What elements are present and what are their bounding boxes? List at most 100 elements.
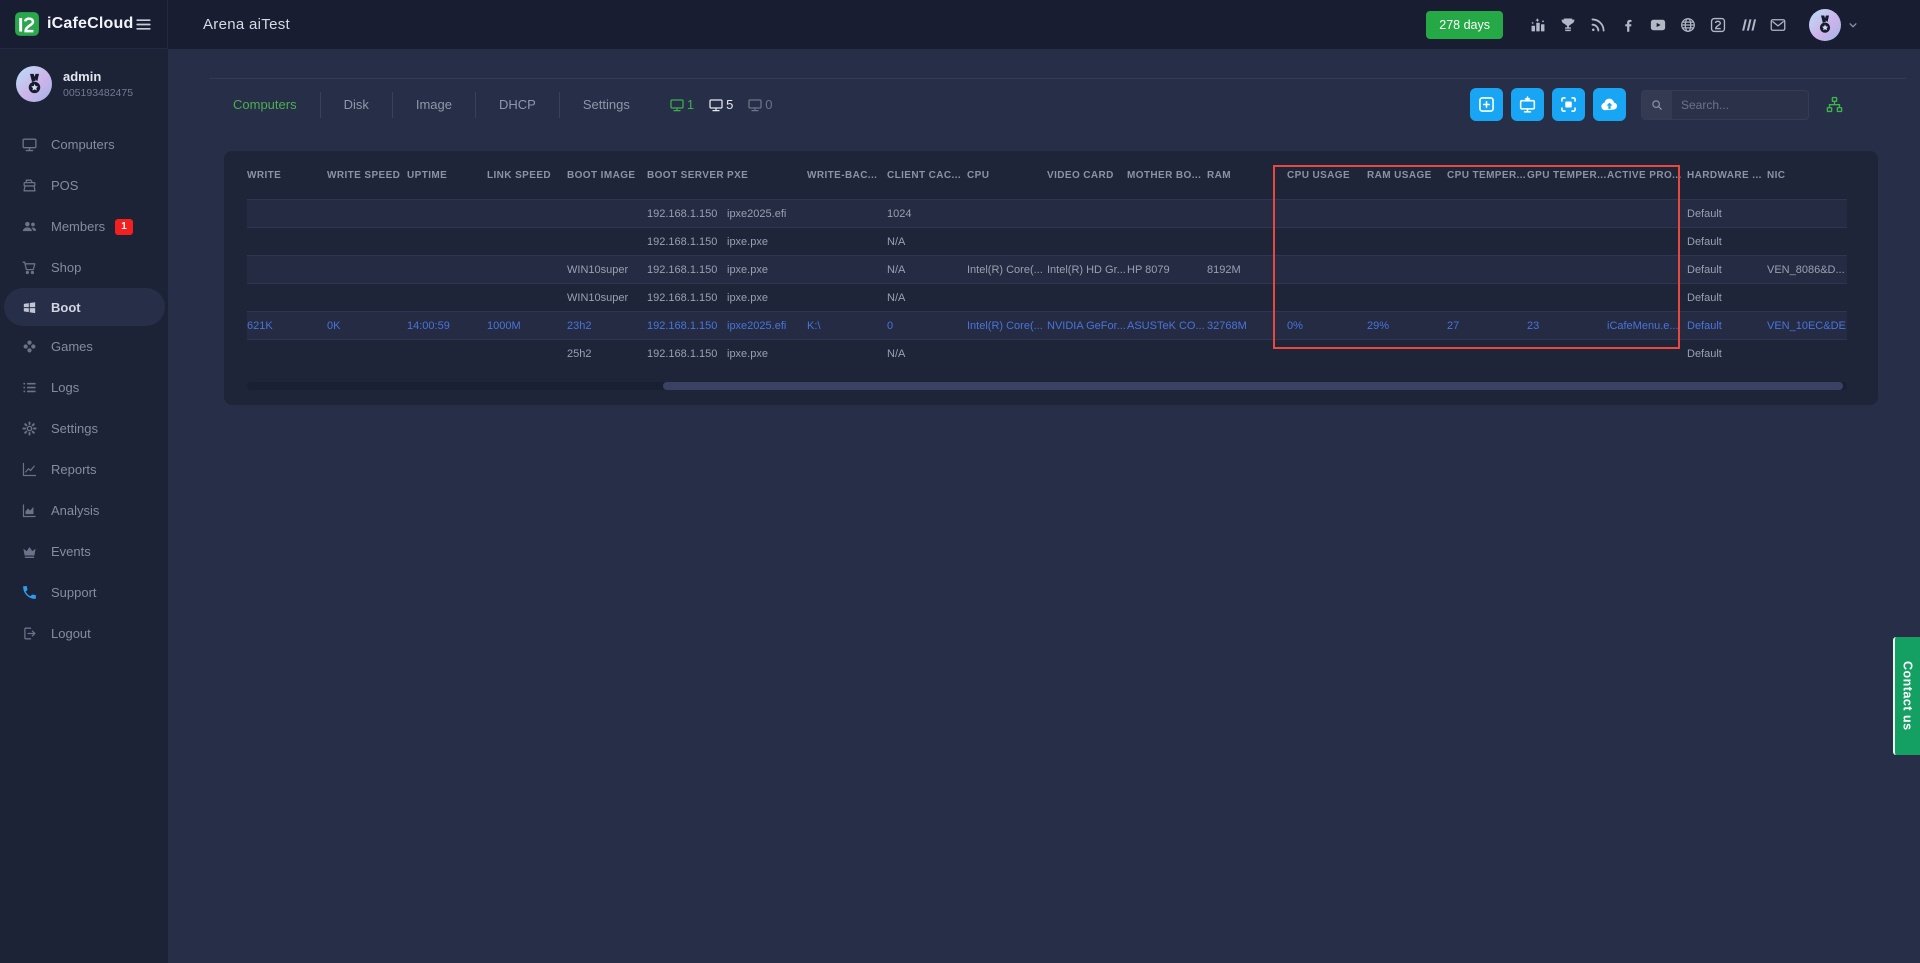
- column-header[interactable]: NIC: [1767, 170, 1847, 181]
- table-row[interactable]: 192.168.1.150ipxe.pxeN/ADefault: [247, 227, 1847, 255]
- sidebar-item-label: Settings: [51, 421, 98, 436]
- table-row[interactable]: 25h2192.168.1.150ipxe.pxeN/ADefault: [247, 339, 1847, 367]
- monitor-count-total[interactable]: 5: [708, 97, 733, 113]
- table-row[interactable]: 192.168.1.150ipxe2025.efi1024Default: [247, 199, 1847, 227]
- column-header[interactable]: RAM USAGE: [1367, 170, 1447, 181]
- table-cell: N/A: [887, 292, 967, 304]
- topbar-actions: 278 days: [1426, 9, 1920, 41]
- user-block[interactable]: admin 005193482475: [0, 49, 168, 112]
- logo-text: iCafeCloud: [47, 15, 133, 33]
- column-header[interactable]: WRITE: [247, 170, 327, 181]
- monitor-icon: [747, 97, 763, 113]
- sidebar-item-pos[interactable]: POS: [0, 165, 168, 206]
- sidebar-item-label: Logs: [51, 380, 79, 395]
- network-topology-icon[interactable]: [1825, 95, 1844, 114]
- column-header[interactable]: BOOT SERVER: [647, 170, 727, 181]
- column-header[interactable]: MOTHER BO...: [1127, 170, 1207, 181]
- column-header[interactable]: CLIENT CAC...: [887, 170, 967, 181]
- add-computer-icon: [1517, 94, 1538, 115]
- horizontal-scrollbar-thumb[interactable]: [663, 382, 1843, 390]
- sidebar-item-events[interactable]: Events: [0, 531, 168, 572]
- table-cell: 32768M: [1207, 320, 1287, 332]
- column-header[interactable]: ACTIVE PRO...: [1607, 170, 1687, 181]
- monitor-count-online[interactable]: 1: [669, 97, 694, 113]
- games-icon: [21, 338, 38, 355]
- trophy-icon[interactable]: [1559, 16, 1577, 34]
- tab-image[interactable]: Image: [393, 92, 476, 118]
- tab-dhcp[interactable]: DHCP: [476, 92, 560, 118]
- column-header[interactable]: LINK SPEED: [487, 170, 567, 181]
- tab-settings[interactable]: Settings: [560, 92, 653, 118]
- sidebar-item-analysis[interactable]: Analysis: [0, 490, 168, 531]
- gear-icon: [21, 420, 38, 437]
- table-cell: NVIDIA GeFor...: [1047, 320, 1127, 332]
- mail-icon[interactable]: [1769, 16, 1787, 34]
- sidebar-nav: Computers POS Members1Shop Boot Games Logs Set…: [0, 124, 168, 654]
- sidebar-item-logout[interactable]: Logout: [0, 613, 168, 654]
- capture-button[interactable]: [1552, 88, 1585, 121]
- chevron-down-icon[interactable]: [1846, 18, 1860, 32]
- tab-computers[interactable]: Computers: [210, 92, 321, 118]
- monitor-counts: 150: [669, 97, 773, 113]
- table-cell: Default: [1687, 208, 1767, 220]
- search-input[interactable]: [1672, 98, 1809, 112]
- column-header[interactable]: RAM: [1207, 170, 1287, 181]
- add-button[interactable]: [1470, 88, 1503, 121]
- table-cell: Intel(R) Core(...: [967, 320, 1047, 332]
- column-header[interactable]: CPU USAGE: [1287, 170, 1367, 181]
- table-cell: 23h2: [567, 320, 647, 332]
- table-cell: ipxe.pxe: [727, 348, 807, 360]
- license-days-badge[interactable]: 278 days: [1426, 11, 1503, 39]
- sidebar-item-settings[interactable]: Settings: [0, 408, 168, 449]
- facebook-icon[interactable]: [1619, 16, 1637, 34]
- sidebar-item-logs[interactable]: Logs: [0, 367, 168, 408]
- sidebar-item-shop[interactable]: Shop: [0, 247, 168, 288]
- table-cell: 192.168.1.150: [647, 264, 727, 276]
- table-row[interactable]: 621K0K14:00:591000M23h2192.168.1.150ipxe…: [247, 311, 1847, 339]
- rss-icon[interactable]: [1589, 16, 1607, 34]
- table-cell: Intel(R) HD Gr...: [1047, 264, 1127, 276]
- add-icon: [1476, 94, 1497, 115]
- column-header[interactable]: UPTIME: [407, 170, 487, 181]
- table-cell: ipxe2025.efi: [727, 208, 807, 220]
- sidebar-item-support[interactable]: Support: [0, 572, 168, 613]
- sidebar-item-label: Boot: [51, 300, 81, 315]
- add-computer-button[interactable]: [1511, 88, 1544, 121]
- column-header[interactable]: WRITE-BAC...: [807, 170, 887, 181]
- sidebar-item-games[interactable]: Games: [0, 326, 168, 367]
- table-row[interactable]: WIN10super192.168.1.150ipxe.pxeN/ADefaul…: [247, 283, 1847, 311]
- column-header[interactable]: PXE: [727, 170, 807, 181]
- leaderboard-icon[interactable]: [1529, 16, 1547, 34]
- column-header[interactable]: HARDWARE ...: [1687, 170, 1767, 181]
- cloud-upload-button[interactable]: [1593, 88, 1626, 121]
- layers-icon[interactable]: [1739, 16, 1757, 34]
- table-cell: 192.168.1.150: [647, 320, 727, 332]
- monitor-count-offline[interactable]: 0: [747, 97, 772, 113]
- sidebar-item-boot[interactable]: Boot: [4, 288, 165, 326]
- tab-disk[interactable]: Disk: [321, 92, 393, 118]
- search-icon-segment: [1642, 91, 1672, 119]
- table-row[interactable]: WIN10super192.168.1.150ipxe.pxeN/AIntel(…: [247, 255, 1847, 283]
- table-cell: 1024: [887, 208, 967, 220]
- sidebar-item-label: Events: [51, 544, 91, 559]
- column-header[interactable]: BOOT IMAGE: [567, 170, 647, 181]
- icafecloud-logo-icon: [14, 11, 40, 37]
- column-header[interactable]: CPU: [967, 170, 1047, 181]
- column-header[interactable]: WRITE SPEED: [327, 170, 407, 181]
- icafecloud-icon[interactable]: [1709, 16, 1727, 34]
- topbar-icons: [1529, 16, 1787, 34]
- sidebar-item-label: Reports: [51, 462, 97, 477]
- youtube-icon[interactable]: [1649, 16, 1667, 34]
- sidebar-item-label: POS: [51, 178, 78, 193]
- column-header[interactable]: CPU TEMPER...: [1447, 170, 1527, 181]
- menu-icon[interactable]: [134, 15, 153, 34]
- sidebar-item-computers[interactable]: Computers: [0, 124, 168, 165]
- avatar[interactable]: [1809, 9, 1841, 41]
- sidebar-item-members[interactable]: Members1: [0, 206, 168, 247]
- globe-icon[interactable]: [1679, 16, 1697, 34]
- contact-us-button[interactable]: Contact us: [1893, 637, 1920, 755]
- sidebar-item-reports[interactable]: Reports: [0, 449, 168, 490]
- topbar: iCafeCloud Arena aiTest 278 days: [0, 0, 1920, 49]
- column-header[interactable]: VIDEO CARD: [1047, 170, 1127, 181]
- column-header[interactable]: GPU TEMPER...: [1527, 170, 1607, 181]
